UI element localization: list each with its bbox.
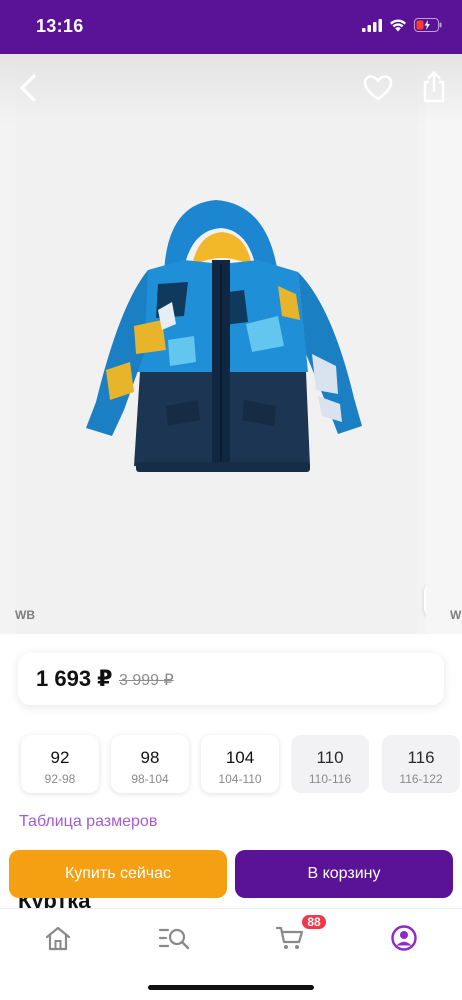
size-range: 98-104 <box>131 772 169 786</box>
size-label: 116 <box>407 748 435 767</box>
bottom-tab-bar: 88 <box>0 908 462 1000</box>
catalog-search-icon <box>158 928 190 950</box>
cellular-signal-icon <box>362 18 382 32</box>
home-icon <box>45 926 71 951</box>
size-label: 92 <box>50 748 70 767</box>
battery-low-icon <box>414 18 442 32</box>
current-price: 1 693 ₽ <box>36 666 113 691</box>
tab-home[interactable] <box>38 921 78 955</box>
product-gallery[interactable]: WB W <box>0 54 462 634</box>
wb-watermark-next: W <box>450 608 462 622</box>
size-option-98[interactable]: 98 98-104 <box>111 735 189 793</box>
status-time: 13:16 <box>36 16 84 36</box>
size-table-link[interactable]: Таблица размеров <box>19 813 157 831</box>
product-image[interactable] <box>16 54 460 634</box>
share-button[interactable] <box>420 70 448 104</box>
size-range: 116-122 <box>399 772 443 786</box>
cart-icon <box>275 926 304 949</box>
buy-now-label: Купить сейчас <box>64 865 172 882</box>
back-button[interactable] <box>14 70 44 106</box>
jacket-photo <box>86 200 362 472</box>
status-icons <box>362 18 442 32</box>
buy-now-button[interactable]: Купить сейчас <box>9 850 227 898</box>
size-range: 110-116 <box>308 772 352 786</box>
share-icon <box>423 71 445 103</box>
status-bar: 13:16 <box>0 0 462 54</box>
wifi-icon <box>390 19 406 31</box>
next-product-image[interactable] <box>426 54 462 634</box>
wb-watermark: WB <box>15 608 35 622</box>
profile-icon <box>391 925 417 951</box>
size-option-110[interactable]: 110 110-116 <box>291 735 369 793</box>
size-option-92[interactable]: 92 92-98 <box>21 735 99 793</box>
size-option-116[interactable]: 116 116-122 <box>382 735 460 793</box>
size-label: 104 <box>225 748 255 767</box>
size-option-104[interactable]: 104 104-110 <box>201 735 279 793</box>
chevron-left-icon <box>20 74 36 102</box>
price-card: 1 693 ₽ 3 999 ₽ <box>18 653 444 705</box>
old-price: 3 999 ₽ <box>119 672 174 689</box>
add-to-cart-label: В корзину <box>307 865 381 882</box>
tab-catalog[interactable] <box>154 921 194 955</box>
home-indicator <box>148 985 314 990</box>
tab-profile[interactable] <box>384 921 424 955</box>
add-to-cart-button[interactable]: В корзину <box>235 850 453 898</box>
cart-count-badge: 88 <box>300 913 328 931</box>
size-label: 110 <box>316 748 344 767</box>
heart-icon <box>363 75 393 101</box>
size-range: 104-110 <box>218 772 262 786</box>
size-label: 98 <box>140 748 160 767</box>
size-range: 92-98 <box>44 772 76 786</box>
favorite-button[interactable] <box>362 72 394 104</box>
